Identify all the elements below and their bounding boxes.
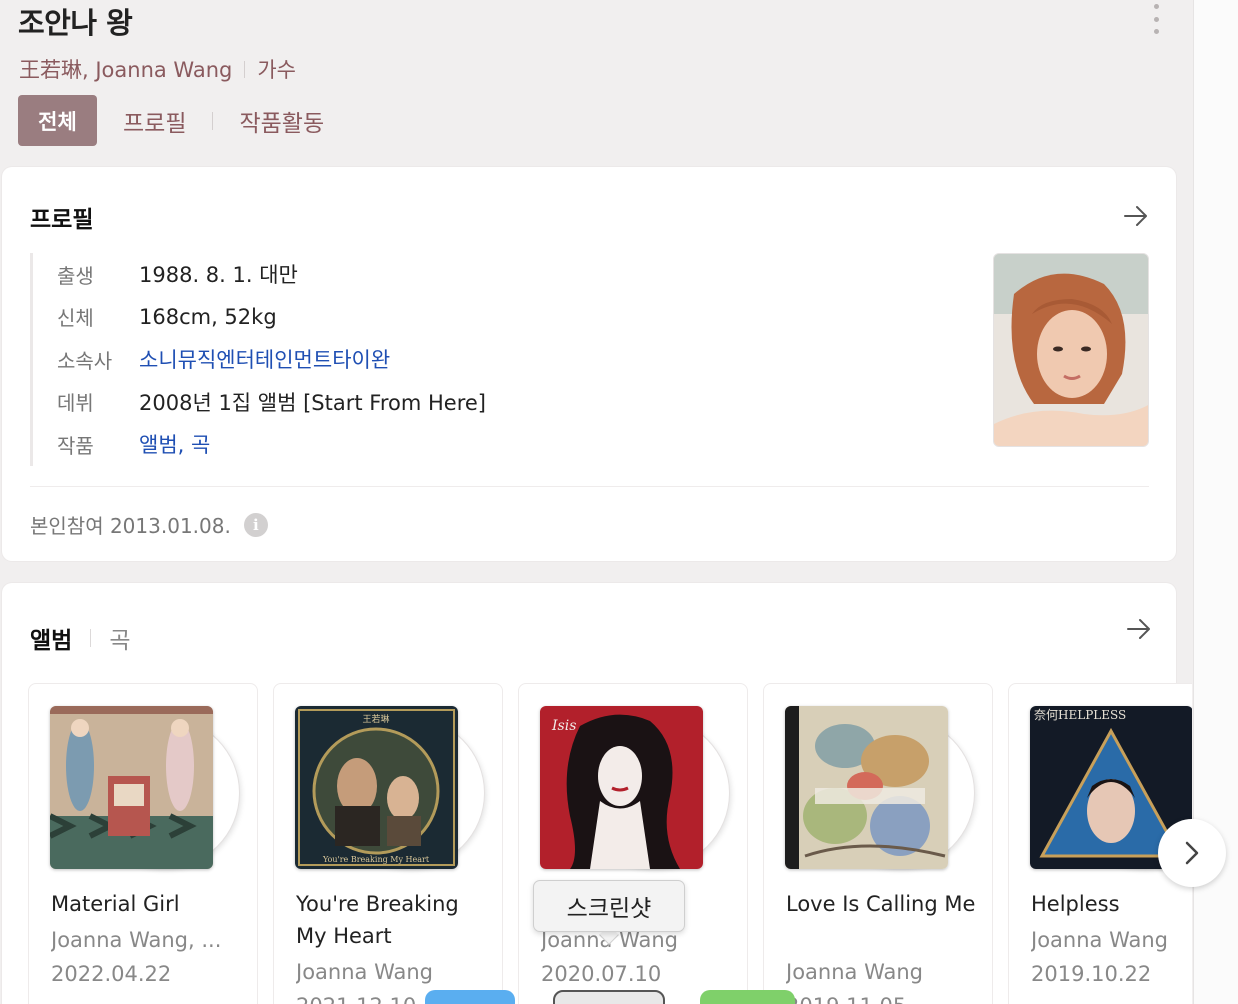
album-artist: Joanna Wang [786, 960, 924, 984]
dock-app-icon[interactable] [700, 990, 795, 1004]
album-cover[interactable]: Isis [540, 706, 703, 869]
tab-albums[interactable]: 앨범 [30, 621, 72, 655]
profile-heading: 프로필 [30, 207, 94, 233]
arrow-right-icon[interactable] [1123, 205, 1149, 227]
info-row-birth: 출생 1988. 8. 1. 대만 [57, 253, 630, 296]
info-value: 2008년 1집 앨범 [Start From Here] [139, 390, 486, 415]
artist-subtitle: 王若琳, Joanna Wang 가수 [19, 54, 296, 84]
screenshot-tooltip: 스크린샷 [533, 880, 685, 932]
info-key: 소속사 [57, 348, 113, 373]
album-card[interactable]: Isis Joanna Wang 2020.07.10 [518, 683, 748, 1004]
info-row-debut: 데뷔 2008년 1집 앨범 [Start From Here] [57, 381, 630, 424]
info-key: 작품 [57, 433, 94, 458]
chevron-right-icon [1185, 841, 1199, 865]
album-carousel: Material Girl Joanna Wang, ... 2022.04.2… [28, 683, 1192, 1004]
tab-profile[interactable]: 프로필 [97, 104, 186, 138]
album-title[interactable]: You're Breaking My Heart [296, 888, 491, 952]
cover-text: 奈何HELPLESS [1034, 708, 1126, 722]
divider [90, 629, 92, 647]
info-row-body: 신체 168cm, 52kg [57, 296, 630, 339]
profile-photo[interactable] [993, 253, 1149, 447]
tab-works[interactable]: 작품활동 [213, 104, 324, 138]
svg-text:王若琳: 王若琳 [362, 713, 389, 725]
info-row-agency: 소속사 소니뮤직엔터테인먼트타이완 [57, 338, 630, 381]
arrow-right-icon[interactable] [1126, 618, 1152, 640]
info-key: 데뷔 [57, 391, 94, 416]
album-title[interactable]: Material Girl [51, 888, 246, 920]
profile-card: 프로필 출생 1988. 8. 1. 대만 신체 168cm, 52kg 소속사… [2, 167, 1176, 561]
info-icon[interactable]: i [243, 512, 268, 537]
info-row-works: 작품 앨범, 곡 [57, 423, 630, 466]
page-title: 조안나 왕 [18, 6, 133, 40]
album-card[interactable]: Love Is Calling Me Joanna Wang 2019.11.0… [763, 683, 993, 1004]
profile-info-list: 출생 1988. 8. 1. 대만 신체 168cm, 52kg 소속사 소니뮤… [30, 253, 630, 466]
album-cover[interactable] [50, 706, 213, 869]
cover-text: Isis [551, 718, 576, 734]
album-subtabs: 앨범 곡 [30, 621, 131, 655]
works-link[interactable]: 앨범, 곡 [139, 429, 210, 459]
album-date: 2019.11.05 [786, 994, 906, 1004]
verified-line: 본인참여 2013.01.08. i [30, 510, 268, 539]
divider [30, 486, 1149, 487]
album-date: 2021.12.10 [296, 994, 416, 1004]
info-key: 출생 [57, 263, 94, 288]
svg-text:You're Breaking My Heart: You're Breaking My Heart [322, 855, 430, 864]
album-date: 2022.04.22 [51, 962, 172, 986]
album-title[interactable]: Helpless [1031, 888, 1192, 920]
screenshot-app-icon[interactable] [553, 990, 665, 1004]
top-tabs: 전체 프로필 작품활동 [18, 95, 324, 146]
info-value: 1988. 8. 1. 대만 [139, 263, 298, 288]
more-vertical-icon[interactable] [1148, 4, 1164, 34]
dock-app-icon[interactable] [425, 990, 515, 1004]
info-value: 168cm, 52kg [139, 304, 277, 329]
tab-songs[interactable]: 곡 [109, 621, 130, 655]
album-card[interactable]: 王若琳 You're Breaking My Heart You're Brea… [273, 683, 503, 1004]
artist-role: 가수 [257, 58, 296, 82]
album-date: 2019.10.22 [1031, 962, 1152, 986]
divider [244, 60, 246, 78]
album-cover[interactable] [785, 706, 948, 869]
carousel-next-button[interactable] [1158, 819, 1226, 887]
artist-alt-name: 王若琳, Joanna Wang [19, 58, 233, 82]
album-card[interactable]: Material Girl Joanna Wang, ... 2022.04.2… [28, 683, 258, 1004]
tab-all[interactable]: 전체 [18, 95, 97, 146]
albums-card: 앨범 곡 Material Girl Joanna Wang, ... 2022… [2, 583, 1192, 1004]
album-artist: Joanna Wang [296, 960, 434, 984]
album-title[interactable]: Love Is Calling Me [786, 888, 981, 920]
album-artist: Joanna Wang [1031, 928, 1169, 952]
verified-text: 본인참여 2013.01.08. [30, 514, 231, 538]
album-date: 2020.07.10 [541, 962, 662, 986]
album-cover[interactable]: 王若琳 You're Breaking My Heart [295, 706, 458, 869]
agency-link[interactable]: 소니뮤직엔터테인먼트타이완 [139, 344, 390, 374]
album-artist: Joanna Wang, ... [51, 928, 222, 952]
info-key: 신체 [57, 306, 94, 331]
